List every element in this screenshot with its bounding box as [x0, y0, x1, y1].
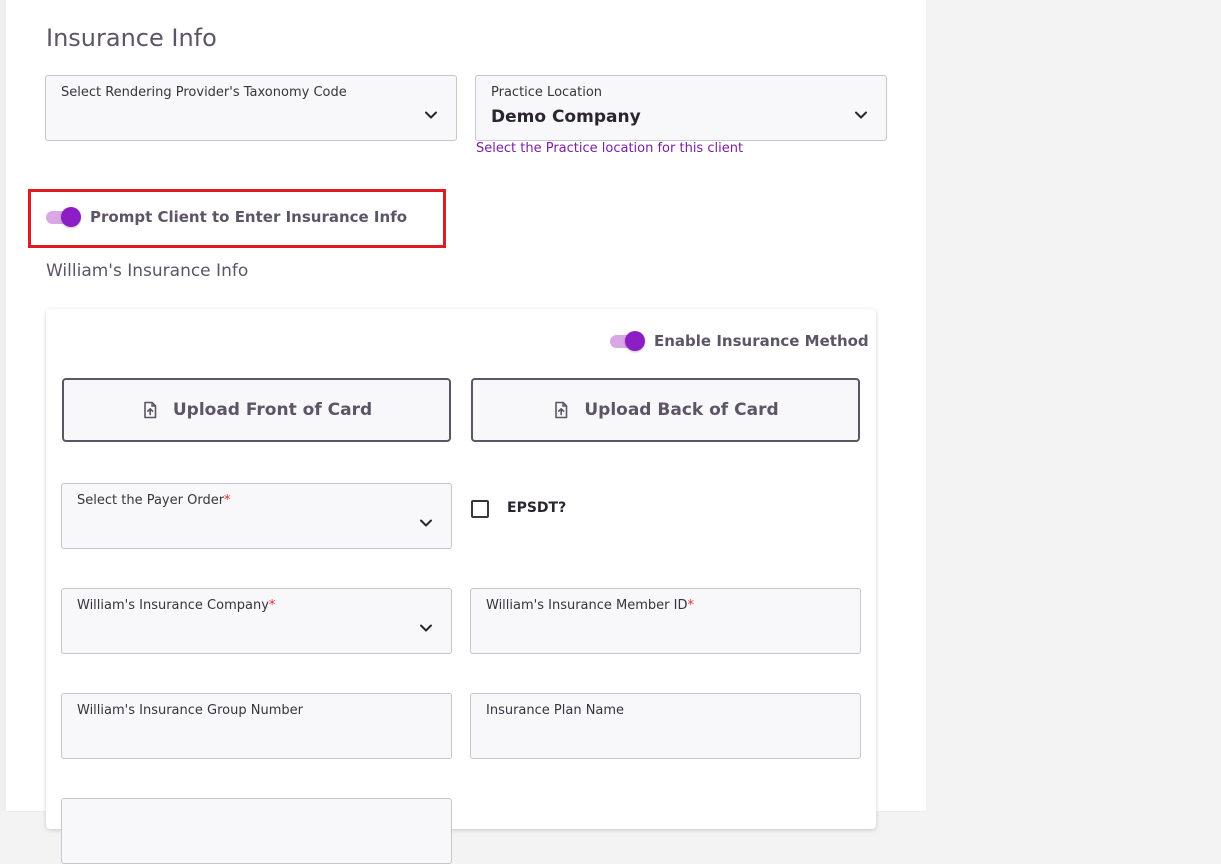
upload-front-button[interactable]: Upload Front of Card [62, 378, 451, 442]
chevron-down-icon [420, 519, 432, 527]
plan-name-label: Insurance Plan Name [486, 703, 625, 718]
upload-back-label: Upload Back of Card [584, 400, 779, 420]
member-id-field[interactable]: William's Insurance Member ID* [470, 588, 861, 654]
file-upload-icon [555, 401, 568, 419]
section-title-insurance-info: Insurance Info [46, 24, 217, 52]
practice-location-value: Demo Company [491, 107, 641, 127]
chevron-down-icon [420, 624, 432, 632]
prompt-client-toggle[interactable] [46, 207, 81, 227]
required-mark: * [224, 493, 231, 508]
practice-location-helper: Select the Practice location for this cl… [476, 141, 744, 156]
upload-front-label: Upload Front of Card [172, 400, 373, 420]
prompt-client-toggle-label: Prompt Client to Enter Insurance Info [90, 208, 408, 226]
group-number-label: William's Insurance Group Number [77, 703, 303, 718]
epsdt-checkbox[interactable] [471, 500, 489, 518]
payer-order-select[interactable]: Select the Payer Order* [61, 483, 452, 549]
form-panel: Insurance Info Select Rendering Provider… [6, 0, 926, 864]
group-number-field[interactable]: William's Insurance Group Number [61, 693, 452, 759]
member-id-label: William's Insurance Member ID* [486, 598, 694, 613]
insurance-company-label-text: William's Insurance Company [77, 598, 269, 613]
required-mark: * [268, 598, 276, 613]
toggle-knob [61, 207, 81, 227]
upload-back-button[interactable]: Upload Back of Card [471, 378, 860, 442]
chevron-down-icon [855, 111, 867, 119]
member-id-label-text: William's Insurance Member ID [486, 598, 688, 613]
insurance-company-select[interactable]: William's Insurance Company* [61, 588, 452, 654]
plan-name-field[interactable]: Insurance Plan Name [470, 693, 861, 759]
next-field-partial[interactable] [61, 798, 452, 864]
taxonomy-code-label: Select Rendering Provider's Taxonomy Cod… [61, 85, 347, 100]
enable-insurance-method-label: Enable Insurance Method [654, 332, 869, 350]
file-upload-icon [144, 401, 157, 419]
enable-insurance-method-toggle[interactable] [610, 331, 645, 351]
client-insurance-title: William's Insurance Info [46, 261, 249, 281]
required-mark: * [687, 598, 695, 613]
epsdt-label: EPSDT? [507, 500, 567, 516]
practice-location-label: Practice Location [491, 85, 603, 100]
practice-location-select[interactable]: Practice Location Demo Company [475, 75, 887, 141]
taxonomy-code-select[interactable]: Select Rendering Provider's Taxonomy Cod… [45, 75, 457, 141]
insurance-company-label: William's Insurance Company* [77, 598, 275, 613]
right-empty-area [926, 0, 1221, 811]
payer-order-label: Select the Payer Order* [77, 493, 231, 508]
chevron-down-icon [425, 111, 437, 119]
payer-order-label-text: Select the Payer Order [77, 493, 225, 508]
insurance-method-card: Enable Insurance Method Upload Front of … [46, 309, 876, 864]
toggle-knob [625, 331, 645, 351]
